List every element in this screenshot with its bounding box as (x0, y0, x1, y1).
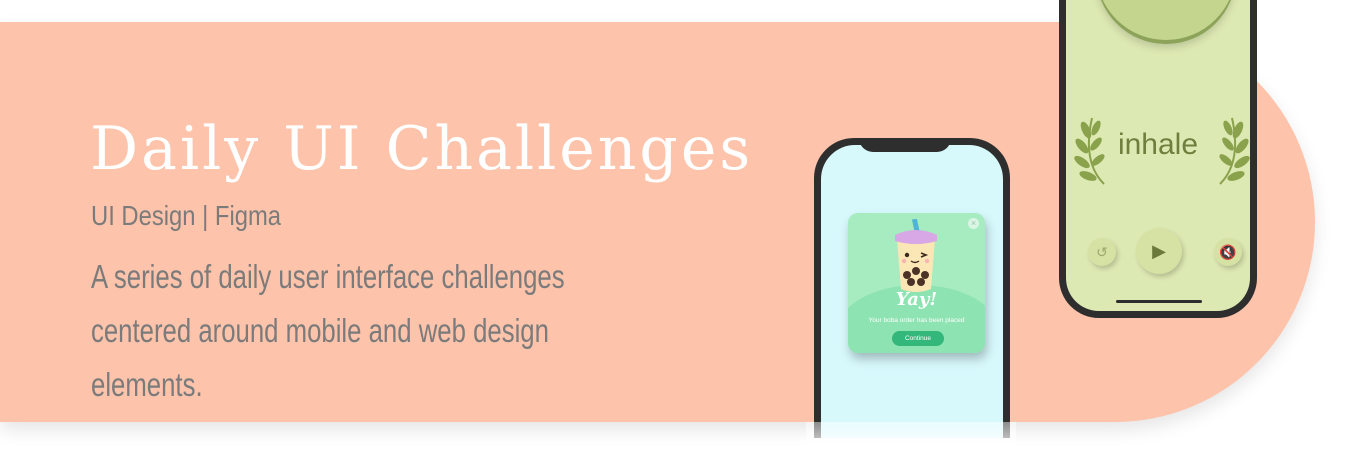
phone-screen: × Yay! Your boba order has been placed C… (821, 145, 1003, 438)
project-description: A series of daily user interface challen… (91, 258, 565, 403)
phone-mockup-breathing: inhale ↺ ▶ 🔇 (1059, 0, 1257, 318)
phone-screen: inhale ↺ ▶ 🔇 (1066, 0, 1250, 311)
modal-headline: Yay! (895, 289, 938, 310)
success-modal: × Yay! Your boba order has been placed C… (848, 213, 985, 353)
phone-reflection-fade (806, 422, 1016, 460)
play-button[interactable]: ▶ (1136, 228, 1182, 274)
home-indicator (1116, 300, 1202, 303)
breathing-state-label: inhale (1117, 128, 1199, 161)
replay-icon[interactable]: ↺ (1088, 238, 1116, 266)
project-title: Daily UI Challenges (90, 114, 754, 184)
play-icon: ▶ (1152, 241, 1166, 261)
mute-icon[interactable]: 🔇 (1214, 238, 1242, 266)
boba-cup-illustration (895, 219, 937, 292)
phone-notch (859, 138, 951, 152)
modal-message: Your boba order has been placed (868, 317, 965, 324)
breathing-circle (1096, 0, 1236, 40)
project-subtitle: UI Design | Figma (91, 200, 282, 231)
continue-button[interactable]: Continue (892, 331, 944, 346)
close-icon[interactable]: × (968, 218, 979, 229)
phone-mockup-boba: × Yay! Your boba order has been placed C… (814, 138, 1010, 438)
